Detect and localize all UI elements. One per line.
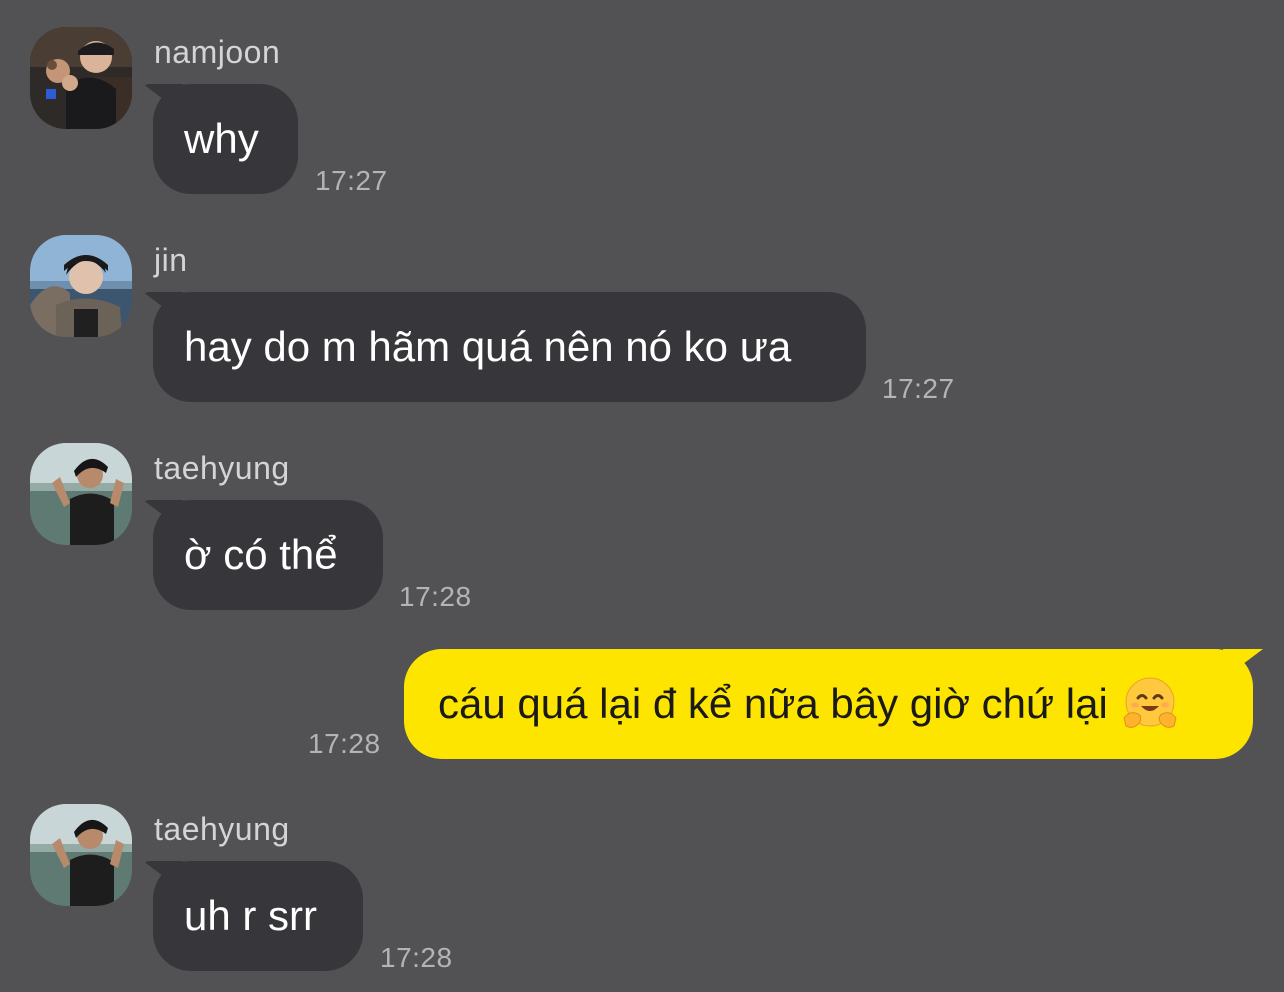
sender-name: jin: [154, 242, 188, 278]
chat-thread: namjoon why 17:27 jin hay do m hãm quá n…: [0, 0, 1284, 992]
message-bubble[interactable]: why: [153, 84, 298, 194]
sender-name: namjoon: [154, 34, 281, 70]
message-text: why: [184, 115, 259, 162]
avatar[interactable]: [30, 235, 132, 337]
message-bubble-outgoing[interactable]: cáu quá lại đ kể nữa bây giờ chứ lại: [404, 649, 1253, 759]
avatar[interactable]: [30, 443, 132, 545]
message-bubble[interactable]: hay do m hãm quá nên nó ko ưa: [153, 292, 866, 402]
message-timestamp: 17:28: [380, 942, 453, 973]
message-timestamp: 17:28: [308, 728, 381, 759]
message-text: cáu quá lại đ kể nữa bây giờ chứ lại: [438, 680, 1108, 727]
message-text: hay do m hãm quá nên nó ko ưa: [184, 323, 792, 370]
profile-photo-taehyung: [30, 443, 132, 545]
profile-photo-taehyung: [30, 804, 132, 906]
message-timestamp: 17:27: [882, 373, 955, 404]
message-text: uh r srr: [184, 892, 318, 939]
avatar[interactable]: [30, 27, 132, 129]
sender-name: taehyung: [154, 450, 290, 486]
message-timestamp: 17:27: [315, 165, 388, 196]
profile-photo-jin: [30, 235, 132, 337]
profile-photo-namjoon: [30, 27, 132, 129]
avatar[interactable]: [30, 804, 132, 906]
message-bubble[interactable]: ờ có thể: [153, 500, 383, 610]
message-text: ờ có thể: [184, 531, 338, 578]
hugging-face-emoji-icon: [1123, 677, 1177, 728]
sender-name: taehyung: [154, 811, 290, 847]
message-bubble[interactable]: uh r srr: [153, 861, 363, 971]
message-timestamp: 17:28: [399, 581, 472, 612]
